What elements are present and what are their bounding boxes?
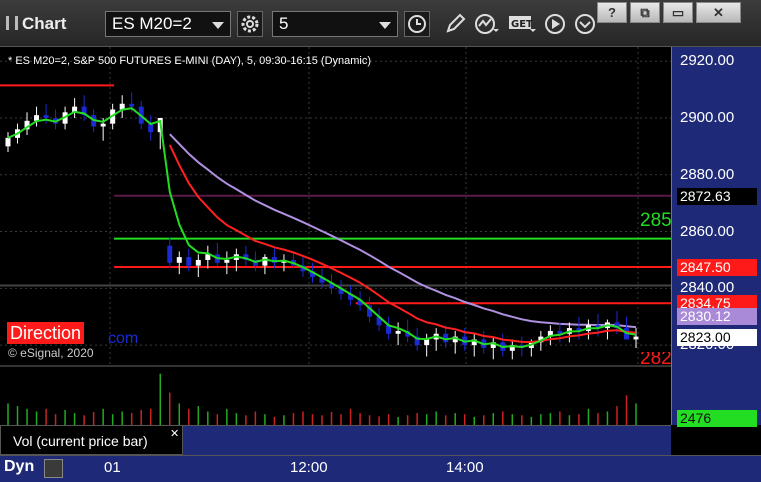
interval-combo[interactable]: 5 bbox=[272, 11, 398, 37]
candle bbox=[424, 339, 430, 346]
get-button[interactable]: GET bbox=[508, 11, 538, 37]
candle bbox=[129, 103, 135, 107]
price-label: 2847.50 bbox=[677, 259, 757, 277]
interval-value: 5 bbox=[279, 14, 289, 33]
vwap-line bbox=[169, 133, 637, 329]
price-label: 2872.63 bbox=[677, 187, 757, 205]
candle bbox=[633, 336, 639, 340]
more-button[interactable] bbox=[572, 11, 598, 37]
clock-button[interactable] bbox=[404, 11, 430, 37]
copyright: © eSignal, 2020 bbox=[8, 346, 94, 360]
study-icon bbox=[475, 14, 499, 34]
candle bbox=[167, 245, 173, 263]
candle bbox=[186, 257, 192, 266]
price-tick: 2880.00 bbox=[680, 165, 735, 183]
partial-link[interactable]: com bbox=[108, 330, 138, 348]
overlay-label-bottom: 282 bbox=[640, 352, 672, 365]
volume-pane-footer bbox=[183, 425, 671, 455]
time-tick: 01 bbox=[104, 459, 121, 476]
toolbar: Chart ES M20=2 5 GET ? ⧉ ▭ ✕ bbox=[0, 0, 761, 47]
close-icon: ✕ bbox=[713, 5, 724, 20]
pencil-icon bbox=[446, 13, 466, 33]
chevron-down-icon bbox=[379, 22, 391, 29]
play-icon bbox=[545, 14, 565, 34]
help-button[interactable]: ? bbox=[597, 2, 627, 23]
volume-study-label[interactable]: Vol (current price bar) ✕ bbox=[0, 425, 183, 455]
gear-button[interactable] bbox=[237, 11, 263, 37]
close-button[interactable]: ✕ bbox=[696, 2, 741, 23]
draw-button[interactable] bbox=[442, 11, 468, 37]
time-axis[interactable]: Dyn 01 12:00 14:00 bbox=[0, 455, 761, 482]
time-tick: 14:00 bbox=[446, 459, 484, 476]
ema-line bbox=[7, 107, 637, 349]
price-tick: 2900.00 bbox=[680, 108, 735, 126]
volume-value-label: 2476 bbox=[677, 410, 757, 427]
candle bbox=[100, 123, 106, 127]
dyn-label: Dyn bbox=[4, 458, 35, 475]
overlay-label-top: 285 bbox=[640, 210, 672, 231]
maximize-icon: ▭ bbox=[671, 5, 685, 20]
candle bbox=[195, 259, 201, 266]
price-tick: 2860.00 bbox=[680, 222, 735, 240]
gear-icon bbox=[241, 15, 259, 33]
app-name: Chart bbox=[22, 14, 67, 33]
volume-chart[interactable] bbox=[0, 367, 671, 425]
candle bbox=[5, 137, 11, 147]
settings-icon[interactable] bbox=[44, 459, 63, 478]
close-icon[interactable]: ✕ bbox=[170, 427, 179, 440]
symbol-value: ES M20=2 bbox=[112, 14, 192, 33]
direction-label: Direction bbox=[7, 322, 85, 344]
candle bbox=[262, 257, 268, 266]
price-axis[interactable]: 2920.002900.002880.002860.002840.002820.… bbox=[671, 47, 761, 427]
price-chart[interactable] bbox=[0, 47, 671, 365]
candle bbox=[43, 115, 49, 118]
restore-button[interactable]: ⧉ bbox=[630, 2, 660, 23]
candle bbox=[224, 259, 230, 263]
chart-header: * ES M20=2, S&P 500 FUTURES E-MINI (DAY)… bbox=[8, 55, 372, 67]
chevron-down-icon bbox=[212, 22, 224, 29]
svg-text:GET: GET bbox=[511, 19, 533, 30]
candle bbox=[395, 330, 401, 334]
replay-button[interactable] bbox=[542, 11, 568, 37]
volume-label: Vol (current price bar) bbox=[13, 433, 148, 449]
app-title: Chart bbox=[6, 14, 66, 34]
price-tick: 2920.00 bbox=[680, 52, 735, 70]
clock-icon bbox=[408, 15, 426, 33]
restore-icon: ⧉ bbox=[640, 5, 650, 20]
help-icon: ? bbox=[608, 5, 616, 20]
get-icon: GET bbox=[509, 16, 536, 32]
time-tick: 12:00 bbox=[290, 459, 328, 476]
candle bbox=[176, 257, 182, 263]
price-tick: 2840.00 bbox=[680, 279, 735, 297]
chart-app-icon bbox=[6, 16, 18, 30]
study-button[interactable] bbox=[474, 11, 500, 37]
price-label: 2830.12 bbox=[677, 308, 757, 326]
price-label: 2823.00 bbox=[677, 328, 757, 346]
maximize-button[interactable]: ▭ bbox=[663, 2, 693, 23]
more-circle-icon bbox=[575, 14, 595, 34]
symbol-combo[interactable]: ES M20=2 bbox=[105, 11, 231, 37]
